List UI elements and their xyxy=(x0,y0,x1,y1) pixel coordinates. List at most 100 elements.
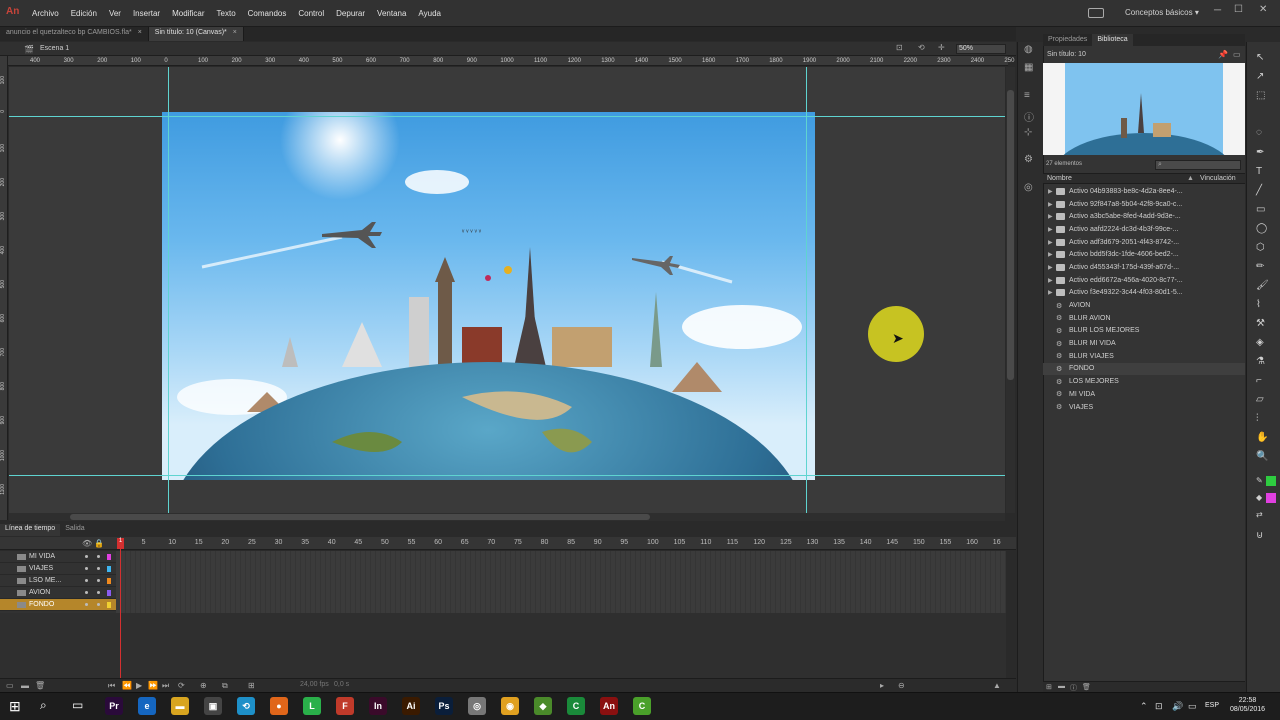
layer-color-swatch[interactable] xyxy=(107,602,111,608)
taskbar-app-icon[interactable]: ◉ xyxy=(501,697,519,715)
taskbar-app-icon[interactable]: An xyxy=(600,697,618,715)
expand-arrow-icon[interactable]: ▶ xyxy=(1048,213,1056,220)
column-linkage[interactable]: Vinculación xyxy=(1200,175,1236,182)
paint-brush-icon[interactable]: ⌇ xyxy=(1256,299,1261,310)
task-view-icon[interactable]: ▭ xyxy=(72,698,83,712)
taskbar-app-icon[interactable]: ▣ xyxy=(204,697,222,715)
document-tab[interactable]: anuncio el quetzalteco bp CAMBIOS.fla* × xyxy=(0,27,149,41)
paint-bucket-icon[interactable]: ◈ xyxy=(1256,337,1264,348)
library-item[interactable]: ⚙ VIAJES xyxy=(1043,401,1245,414)
swatches-icon[interactable]: ▦ xyxy=(1024,62,1033,73)
library-item[interactable]: ▶ Activo adf3d679-2051-4f43-8742-... xyxy=(1043,236,1245,249)
visibility-dot[interactable] xyxy=(85,555,88,558)
menu-item-4[interactable]: Modificar xyxy=(166,9,210,18)
ink-bottle-icon[interactable]: ⚗ xyxy=(1256,356,1265,367)
oval-tool-icon[interactable]: ◯ xyxy=(1256,223,1267,234)
guide-line[interactable] xyxy=(9,475,1005,476)
expand-arrow-icon[interactable]: ▶ xyxy=(1048,289,1056,296)
zoom-timeline-icon[interactable]: ⊖ xyxy=(898,681,905,690)
layer-color-swatch[interactable] xyxy=(107,590,111,596)
zoom-timeline-in-icon[interactable]: ▲ xyxy=(993,681,1001,690)
library-item[interactable]: ⚙ BLUR AVION xyxy=(1043,312,1245,325)
fps-readout[interactable]: 24,00 fps xyxy=(300,681,329,688)
menu-item-2[interactable]: Ver xyxy=(103,9,127,18)
visibility-dot[interactable] xyxy=(85,579,88,582)
maximize-button[interactable]: ☐ xyxy=(1234,4,1243,15)
scroll-right-icon[interactable]: ▸ xyxy=(880,681,884,690)
prev-frame-icon[interactable]: ⏪ xyxy=(122,681,132,690)
menu-item-8[interactable]: Depurar xyxy=(330,9,371,18)
loop-icon[interactable]: ⟳ xyxy=(178,681,185,690)
taskbar-app-icon[interactable]: e xyxy=(138,697,156,715)
taskbar-app-icon[interactable]: Pr xyxy=(105,697,123,715)
pen-tool-icon[interactable]: ✒ xyxy=(1256,147,1264,158)
align-icon[interactable]: ≡ xyxy=(1024,90,1030,101)
eraser-tool-icon[interactable]: ▱ xyxy=(1256,394,1264,405)
selection-tool-icon[interactable]: ↖ xyxy=(1256,52,1264,63)
polystar-tool-icon[interactable]: ⬡ xyxy=(1256,242,1265,253)
library-item[interactable]: ⚙ MI VIDA xyxy=(1043,388,1245,401)
swap-colors-icon[interactable]: ⇄ xyxy=(1256,510,1263,519)
center-frame-icon[interactable]: ⊕ xyxy=(200,681,207,690)
library-item[interactable]: ▶ Activo 04b93883-be8c-4d2a-8ee4-... xyxy=(1043,185,1245,198)
layer-color-swatch[interactable] xyxy=(107,554,111,560)
frame-grid[interactable] xyxy=(116,551,1006,613)
search-icon[interactable]: ⌕ xyxy=(40,698,47,713)
library-item[interactable]: ⚙ BLUR VIAJES xyxy=(1043,350,1245,363)
timeline-tab[interactable]: Línea de tiempo xyxy=(0,524,61,536)
menu-item-9[interactable]: Ventana xyxy=(371,9,412,18)
new-symbol-icon[interactable]: ⊞ xyxy=(1046,683,1052,691)
timeline-tab[interactable]: Salida xyxy=(60,524,89,536)
lock-dot[interactable] xyxy=(97,579,100,582)
expand-arrow-icon[interactable]: ▶ xyxy=(1048,264,1056,271)
library-search-input[interactable]: ⌕ xyxy=(1155,160,1241,170)
width-tool-icon[interactable]: ⫶ xyxy=(1256,413,1259,424)
rotate-icon[interactable]: ⟲ xyxy=(918,43,925,52)
sort-icon[interactable]: ▲ xyxy=(1187,175,1194,182)
notification-icon[interactable]: ▭ xyxy=(1188,701,1197,712)
last-frame-icon[interactable]: ⏭ xyxy=(162,681,169,691)
network-icon[interactable]: ⊡ xyxy=(1155,701,1163,712)
new-folder-icon[interactable]: ▬ xyxy=(21,681,29,690)
brush-tool-icon[interactable]: 🖌 xyxy=(1256,280,1269,291)
library-item[interactable]: ▶ Activo d455343f-175d-439f-a67d-... xyxy=(1043,261,1245,274)
info-icon[interactable]: ⓘ xyxy=(1024,109,1034,124)
menu-item-3[interactable]: Insertar xyxy=(127,9,166,18)
menu-item-6[interactable]: Comandos xyxy=(242,9,293,18)
layer-row[interactable]: VIAJES xyxy=(0,563,116,575)
stage-canvas[interactable]: ᵛ ᵛ ᵛ ᵛ ᵛ xyxy=(162,112,815,480)
taskbar-app-icon[interactable]: ⟲ xyxy=(237,697,255,715)
close-tab-icon[interactable]: × xyxy=(233,29,237,36)
library-item[interactable]: ⚙ BLUR LOS MEJORES xyxy=(1043,325,1245,338)
library-item[interactable]: ▶ Activo a3bc5abe-8fed-4add-9d3e-... xyxy=(1043,210,1245,223)
taskbar-app-icon[interactable]: ▬ xyxy=(171,697,189,715)
taskbar-app-icon[interactable]: ● xyxy=(270,697,288,715)
new-folder-icon[interactable]: ▬ xyxy=(1058,683,1065,690)
library-tab[interactable]: Propiedades xyxy=(1043,34,1092,46)
visibility-dot[interactable] xyxy=(85,591,88,594)
clock[interactable]: 22:58 08/05/2016 xyxy=(1230,696,1265,714)
layer-row[interactable]: MI VIDA xyxy=(0,551,116,563)
library-item[interactable]: ⚙ BLUR MI VIDA xyxy=(1043,337,1245,350)
guide-line[interactable] xyxy=(9,116,1005,117)
taskbar-app-icon[interactable]: Ps xyxy=(435,697,453,715)
taskbar-app-icon[interactable]: Ai xyxy=(402,697,420,715)
guide-line[interactable] xyxy=(168,67,169,513)
taskbar-app-icon[interactable]: C xyxy=(633,697,651,715)
delete-icon[interactable]: 🗑 xyxy=(1082,683,1091,691)
language-indicator[interactable]: ESP xyxy=(1205,702,1219,709)
lock-dot[interactable] xyxy=(97,591,100,594)
horizontal-scroll-thumb[interactable] xyxy=(70,514,650,520)
free-transform-icon[interactable]: ⬚ xyxy=(1256,90,1265,101)
fill-color-icon[interactable]: ◆ xyxy=(1256,493,1262,502)
library-item[interactable]: ▶ Activo 92f847a8-5b04-42f8-9ca0-c... xyxy=(1043,198,1245,211)
tray-up-icon[interactable]: ⌃ xyxy=(1140,701,1148,712)
taskbar-app-icon[interactable]: ◎ xyxy=(468,697,486,715)
snap-magnet-icon[interactable]: ⊍ xyxy=(1256,530,1263,541)
layer-row[interactable]: AVION xyxy=(0,587,116,599)
library-item[interactable]: ▶ Activo bdd5f3dc-1fde-4606-bed2-... xyxy=(1043,248,1245,261)
taskbar-app-icon[interactable]: In xyxy=(369,697,387,715)
visibility-dot[interactable] xyxy=(85,603,88,606)
eye-icon[interactable]: 👁 xyxy=(82,539,92,548)
library-document-select[interactable]: Sin título: 10 xyxy=(1047,51,1205,61)
